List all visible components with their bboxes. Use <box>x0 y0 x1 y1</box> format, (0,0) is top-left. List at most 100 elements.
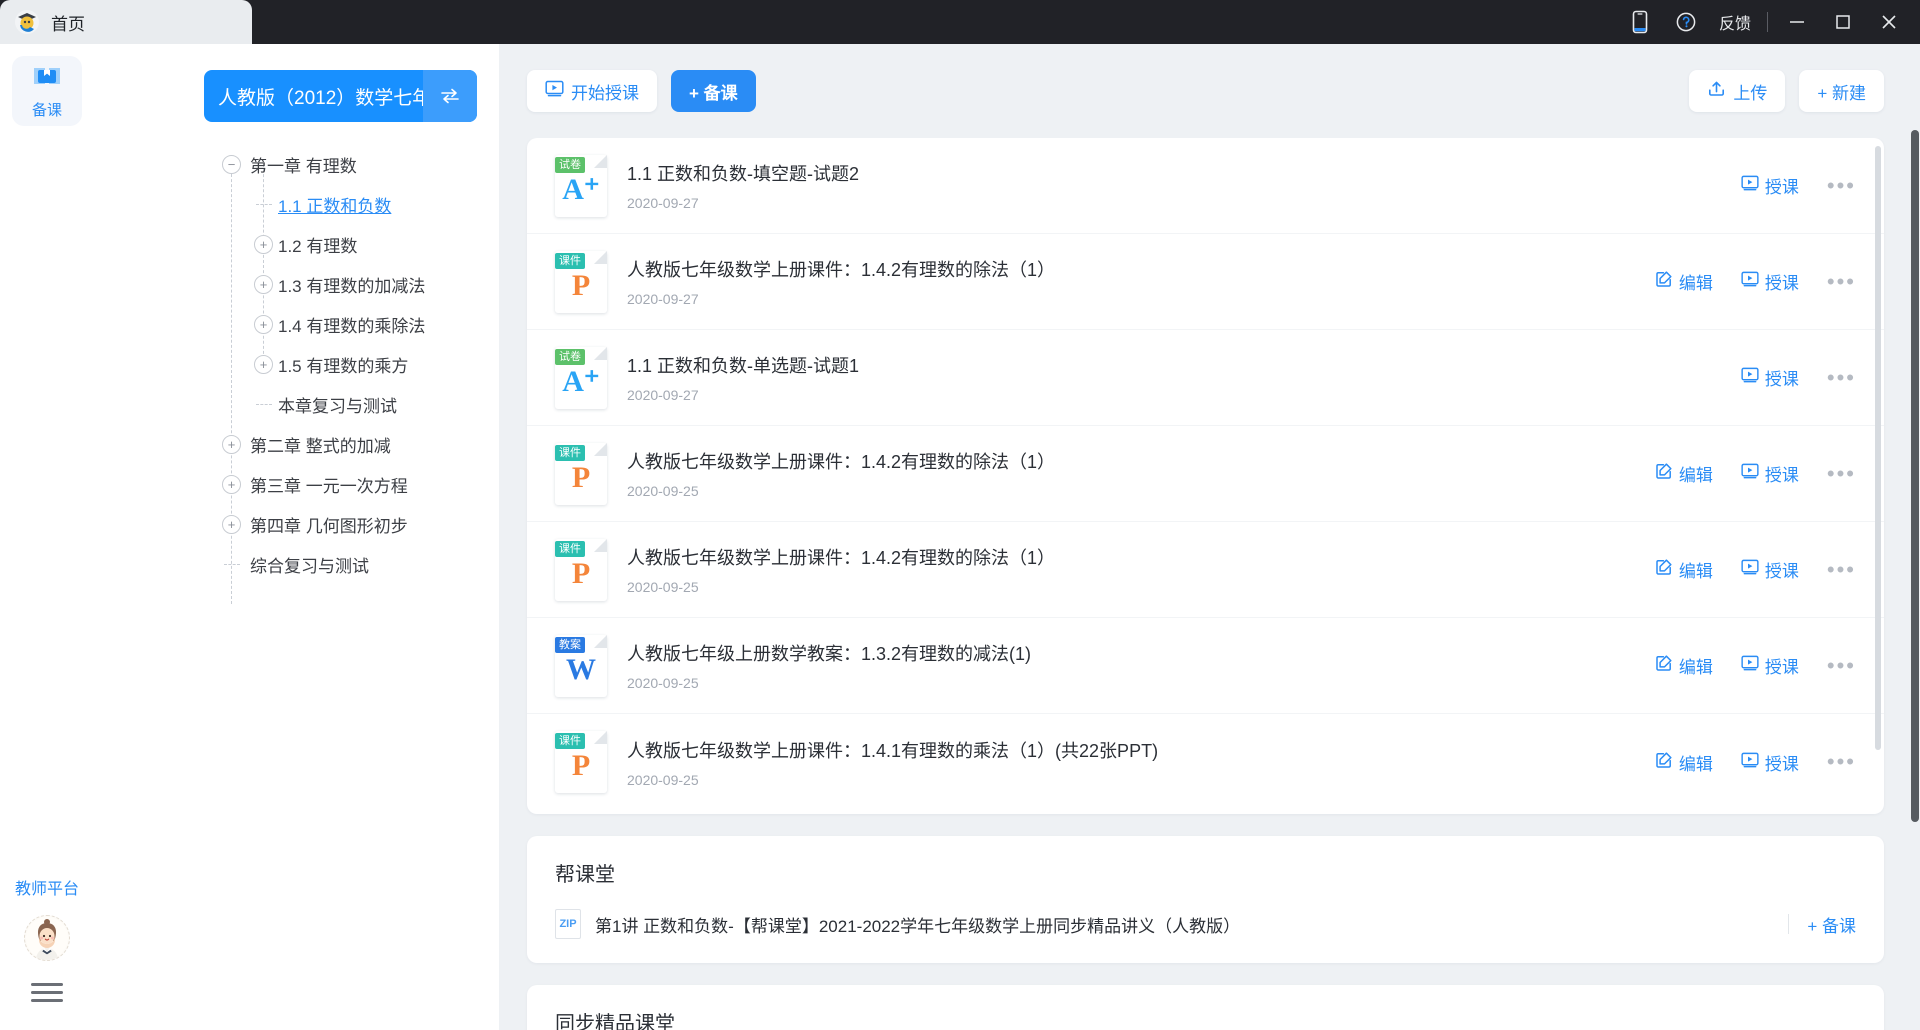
upload-button[interactable]: 上传 <box>1689 70 1785 112</box>
teach-label: 授课 <box>1765 269 1799 294</box>
collapse-toggle-icon[interactable]: − <box>222 155 241 174</box>
bangketang-title: 帮课堂 <box>555 858 1856 887</box>
more-dots-icon[interactable]: ••• <box>1827 175 1856 197</box>
tree-node[interactable]: +第二章 整式的加减 <box>94 424 499 464</box>
hamburger-menu-icon[interactable] <box>29 977 65 1008</box>
more-dots-icon[interactable]: ••• <box>1827 463 1856 485</box>
tree-node[interactable]: 本章复习与测试 <box>94 384 499 424</box>
textbook-selector[interactable]: 人教版（2012）数学七年级... <box>204 70 477 122</box>
file-glyph: A⁺ <box>562 367 600 397</box>
edit-pencil-icon <box>1655 270 1673 293</box>
tree-node[interactable]: −第一章 有理数 <box>94 144 499 184</box>
tree-node-label: 1.4 有理数的乘除法 <box>278 312 425 337</box>
file-title: 人教版七年级数学上册课件：1.4.2有理数的除法（1） <box>627 544 1635 570</box>
teach-button[interactable]: 授课 <box>1741 461 1799 486</box>
play-screen-icon <box>1741 462 1759 485</box>
more-dots-icon[interactable]: ••• <box>1827 271 1856 293</box>
teach-button[interactable]: 授课 <box>1741 557 1799 582</box>
new-button[interactable]: + 新建 <box>1799 70 1884 112</box>
tree-node[interactable]: + 第四章 几何图形初步 <box>94 504 499 544</box>
teach-button[interactable]: 授课 <box>1741 173 1799 198</box>
tree-node-label: 第一章 有理数 <box>250 152 357 177</box>
file-row[interactable]: P课件人教版七年级数学上册课件：1.4.2有理数的除法（1）2020-09-25… <box>527 522 1884 618</box>
tree-node-label: 综合复习与测试 <box>250 552 369 577</box>
minimize-icon[interactable] <box>1774 0 1820 44</box>
tree-node[interactable]: + 第三章 一元一次方程 <box>94 464 499 504</box>
file-glyph: W <box>566 655 596 685</box>
feedback-button[interactable]: 反馈 <box>1709 0 1761 44</box>
file-row[interactable]: W教案人教版七年级上册数学教案：1.3.2有理数的减法(1)2020-09-25… <box>527 618 1884 714</box>
prepare-lesson-button[interactable]: + 备课 <box>671 70 756 112</box>
file-type-badge: 试卷 <box>555 349 585 365</box>
file-type-icon: A⁺试卷 <box>555 155 607 217</box>
expand-toggle-icon[interactable]: + <box>254 235 273 254</box>
more-dots-icon[interactable]: ••• <box>1827 751 1856 773</box>
tree-node[interactable]: +1.3 有理数的加减法 <box>94 264 499 304</box>
more-dots-icon[interactable]: ••• <box>1827 367 1856 389</box>
file-row[interactable]: A⁺试卷1.1 正数和负数-单选题-试题12020-09-27授课••• <box>527 330 1884 426</box>
edit-label: 编辑 <box>1679 269 1713 294</box>
swap-arrows-icon[interactable] <box>423 70 477 122</box>
edit-button[interactable]: 编辑 <box>1655 269 1713 294</box>
maximize-icon[interactable] <box>1820 0 1866 44</box>
edit-label: 编辑 <box>1679 653 1713 678</box>
file-glyph: P <box>572 271 590 301</box>
tree-node[interactable]: +1.4 有理数的乘除法 <box>94 304 499 344</box>
avatar[interactable] <box>24 915 70 961</box>
edit-button[interactable]: 编辑 <box>1655 750 1713 775</box>
content-scroll-area[interactable]: A⁺试卷1.1 正数和负数-填空题-试题22020-09-27授课•••P课件人… <box>499 138 1920 1030</box>
play-screen-icon <box>545 79 564 103</box>
file-date: 2020-09-25 <box>627 579 1635 595</box>
edit-button[interactable]: 编辑 <box>1655 653 1713 678</box>
bangketang-item[interactable]: ZIP 第1讲 正数和负数-【帮课堂】2021-2022学年七年级数学上册同步精… <box>555 909 1856 939</box>
chapter-tree-panel: 人教版（2012）数学七年级... −第一章 有理数1.1 正数和负数+1.2 … <box>94 44 499 1030</box>
chapter-tree: −第一章 有理数1.1 正数和负数+1.2 有理数+1.3 有理数的加减法+1.… <box>94 144 499 584</box>
tree-node-label: 第四章 几何图形初步 <box>250 512 408 537</box>
tree-node[interactable]: 1.1 正数和负数 <box>94 184 499 224</box>
help-question-icon[interactable] <box>1663 0 1709 44</box>
bangketang-item-title: 第1讲 正数和负数-【帮课堂】2021-2022学年七年级数学上册同步精品讲义（… <box>595 912 1240 937</box>
more-dots-icon[interactable]: ••• <box>1827 655 1856 677</box>
teacher-platform-link[interactable]: 教师平台 <box>15 875 79 899</box>
sidebar-item-beike[interactable]: 备课 <box>12 56 82 126</box>
teach-button[interactable]: 授课 <box>1741 750 1799 775</box>
close-icon[interactable] <box>1866 0 1912 44</box>
edit-button[interactable]: 编辑 <box>1655 557 1713 582</box>
window-scrollbar[interactable] <box>1910 44 1920 1030</box>
file-type-icon: W教案 <box>555 635 607 697</box>
mobile-device-icon[interactable] <box>1617 0 1663 44</box>
expand-toggle-icon[interactable]: + <box>254 275 273 294</box>
expand-toggle-icon[interactable]: + <box>254 355 273 374</box>
expand-toggle-icon[interactable]: + <box>222 435 241 454</box>
left-rail: 备课 教师平台 <box>0 44 94 1030</box>
tab-home[interactable]: 首页 <box>0 0 252 44</box>
file-list-scrollbar[interactable] <box>1875 146 1881 750</box>
tongbu-title: 同步精品课堂 <box>555 1007 1856 1030</box>
graduation-cap-logo-icon <box>14 9 40 35</box>
file-glyph: P <box>572 751 590 781</box>
edit-pencil-icon <box>1655 558 1673 581</box>
expand-toggle-icon[interactable]: + <box>222 475 241 494</box>
expand-toggle-icon[interactable]: + <box>222 515 241 534</box>
file-row[interactable]: A⁺试卷1.1 正数和负数-填空题-试题22020-09-27授课••• <box>527 138 1884 234</box>
tree-node[interactable]: 综合复习与测试 <box>94 544 499 584</box>
more-dots-icon[interactable]: ••• <box>1827 559 1856 581</box>
teach-button[interactable]: 授课 <box>1741 653 1799 678</box>
start-teaching-button[interactable]: 开始授课 <box>527 70 657 112</box>
file-row[interactable]: P课件人教版七年级数学上册课件：1.4.1有理数的乘法（1）(共22张PPT)2… <box>527 714 1884 810</box>
edit-button[interactable]: 编辑 <box>1655 461 1713 486</box>
window-scrollbar-thumb[interactable] <box>1911 130 1919 822</box>
teach-button[interactable]: 授课 <box>1741 269 1799 294</box>
tree-node-label: 第三章 一元一次方程 <box>250 472 408 497</box>
expand-toggle-icon[interactable]: + <box>254 315 273 334</box>
file-title: 人教版七年级数学上册课件：1.4.2有理数的除法（1） <box>627 448 1635 474</box>
tree-guide-dash <box>224 564 240 565</box>
tree-node[interactable]: +1.5 有理数的乘方 <box>94 344 499 384</box>
teach-button[interactable]: 授课 <box>1741 365 1799 390</box>
file-info: 人教版七年级数学上册课件：1.4.2有理数的除法（1）2020-09-27 <box>627 256 1635 307</box>
bangketang-prepare-button[interactable]: + 备课 <box>1807 912 1856 937</box>
file-row[interactable]: P课件人教版七年级数学上册课件：1.4.2有理数的除法（1）2020-09-25… <box>527 426 1884 522</box>
file-row[interactable]: P课件人教版七年级数学上册课件：1.4.2有理数的除法（1）2020-09-27… <box>527 234 1884 330</box>
tree-node[interactable]: +1.2 有理数 <box>94 224 499 264</box>
play-screen-icon <box>1741 654 1759 677</box>
